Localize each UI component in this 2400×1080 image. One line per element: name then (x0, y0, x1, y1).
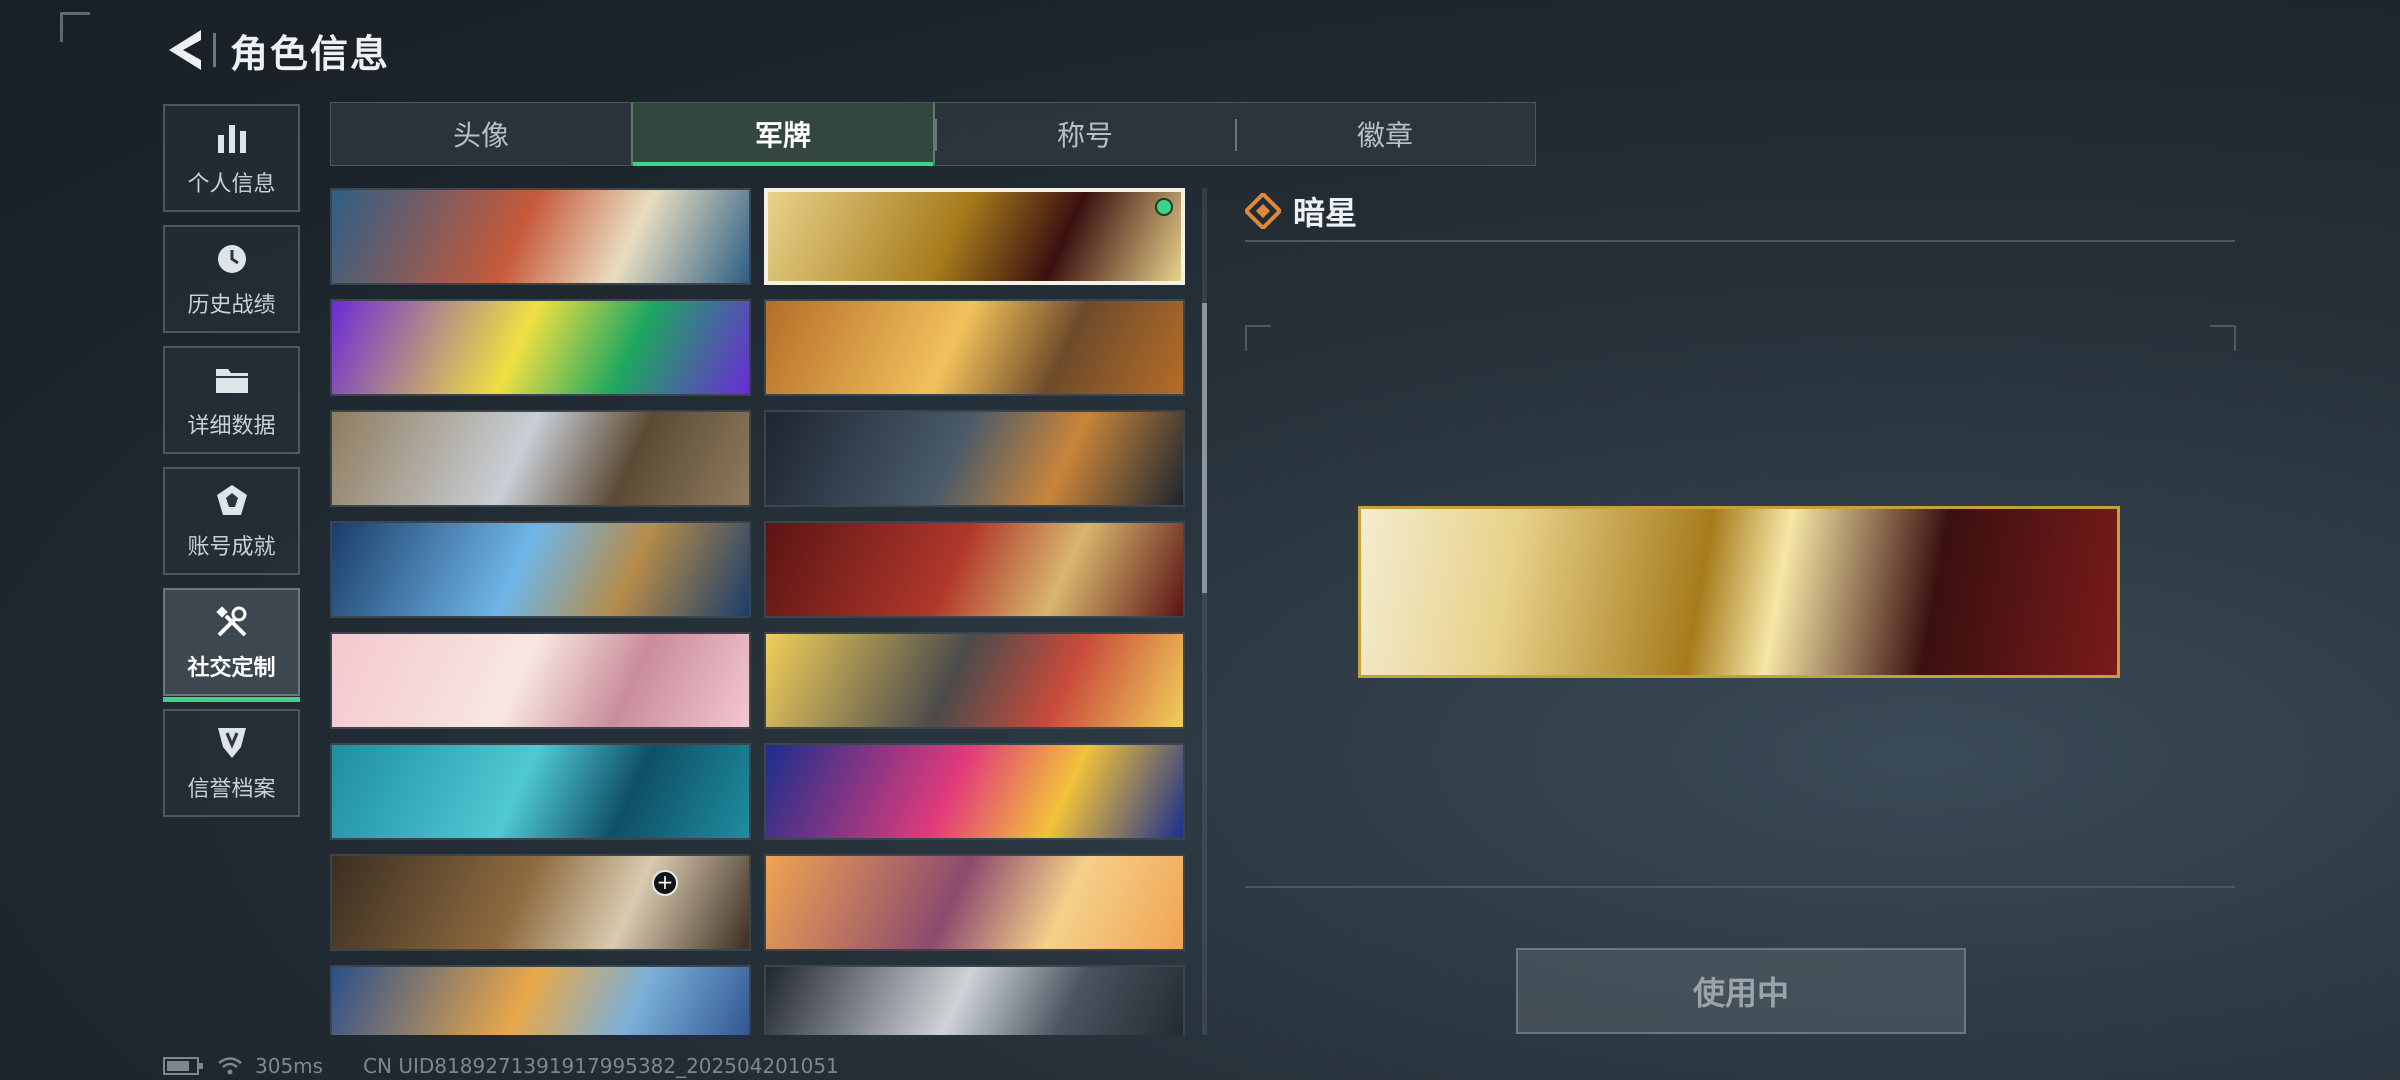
battery-icon (163, 1057, 203, 1075)
dogtag-card-zoga-neon[interactable] (330, 299, 751, 396)
detail-divider-top (1245, 240, 2235, 242)
dogtag-card-blue-flowers[interactable] (330, 521, 751, 618)
sidebar-item-reputation[interactable]: 信誉档案 (163, 709, 300, 817)
dogtag-card-dark-star[interactable] (764, 188, 1185, 285)
dogtag-card-chibi-squad[interactable] (764, 632, 1185, 729)
detail-divider-bottom (1245, 886, 2235, 888)
sidebar-item-detailed-data[interactable]: 详细数据 (163, 346, 300, 454)
diamond-icon (1245, 193, 1281, 229)
grid-scrollbar[interactable] (1202, 188, 1207, 1035)
dogtag-card-feast-party[interactable] (764, 299, 1185, 396)
detail-header: 暗星 (1245, 188, 1357, 234)
bar-chart-icon (212, 118, 252, 158)
dogtag-card-crimson-roses[interactable] (764, 521, 1185, 618)
dogtag-card-sniper-mountains[interactable] (330, 410, 751, 507)
achievement-icon (212, 481, 252, 521)
sidebar-item-label: 详细数据 (187, 414, 276, 439)
dogtag-card-sunset-chibi[interactable] (764, 854, 1185, 951)
dogtag-card-tactical-team[interactable] (764, 410, 1185, 507)
dogtag-preview (1358, 506, 2120, 678)
tab-badge[interactable]: 徽章 (1235, 103, 1535, 165)
tab-avatar[interactable]: 头像 (331, 103, 631, 165)
sidebar: 个人信息 历史战绩 详细数据 账号成就 社交定制 信誉档案 (163, 104, 301, 830)
back-arrow-icon (169, 30, 201, 70)
frame-corner-top-left (60, 12, 90, 42)
dogtag-card-dark-interior[interactable]: + (330, 854, 751, 951)
sidebar-item-social-custom[interactable]: 社交定制 (163, 588, 300, 702)
tab-dogtag[interactable]: 军牌 (631, 103, 935, 166)
in-use-button[interactable]: 使用中 (1516, 948, 1966, 1034)
scroll-thumb[interactable] (1202, 303, 1207, 593)
plus-icon: + (652, 870, 678, 896)
header: 角色信息 (163, 22, 390, 78)
tab-bar: 头像 军牌 称号 徽章 (330, 102, 1536, 166)
dogtag-card-octopus-waves[interactable] (330, 188, 751, 285)
sidebar-item-label: 个人信息 (187, 172, 276, 197)
preview-frame-corner (2210, 325, 2236, 351)
sidebar-item-label: 信誉档案 (187, 777, 276, 802)
sidebar-item-label: 账号成就 (187, 535, 276, 560)
preview-frame-corner (1245, 325, 1271, 351)
dogtag-card-masked-girl[interactable] (764, 965, 1185, 1035)
sidebar-item-label: 社交定制 (187, 656, 276, 681)
sidebar-item-label: 历史战绩 (187, 293, 276, 318)
status-bar: 305ms CN UID8189271391917995382_20250420… (163, 1054, 839, 1078)
uid-text: CN UID8189271391917995382_202504201051 (363, 1054, 839, 1078)
header-divider (213, 33, 216, 67)
dogtag-card-fiesta[interactable] (764, 743, 1185, 840)
dogtag-card-lantern-sky[interactable] (330, 965, 751, 1035)
tab-title[interactable]: 称号 (935, 103, 1235, 165)
detail-title: 暗星 (1293, 194, 1358, 232)
back-button[interactable] (163, 22, 207, 78)
page-title: 角色信息 (230, 31, 391, 76)
dogtag-card-ocean-boats[interactable] (330, 743, 751, 840)
sidebar-item-achievements[interactable]: 账号成就 (163, 467, 300, 575)
dogtag-card-pink-tea[interactable] (330, 632, 751, 729)
dogtag-grid: + (330, 188, 1190, 1035)
sidebar-item-history[interactable]: 历史战绩 (163, 225, 300, 333)
folder-icon (212, 360, 252, 400)
sidebar-item-personal-info[interactable]: 个人信息 (163, 104, 300, 212)
wifi-icon (218, 1057, 242, 1075)
clock-icon (212, 239, 252, 279)
shield-icon (212, 723, 252, 763)
equipped-indicator (1155, 198, 1173, 216)
tools-icon (212, 602, 252, 642)
ping-value: 305ms (255, 1054, 324, 1078)
